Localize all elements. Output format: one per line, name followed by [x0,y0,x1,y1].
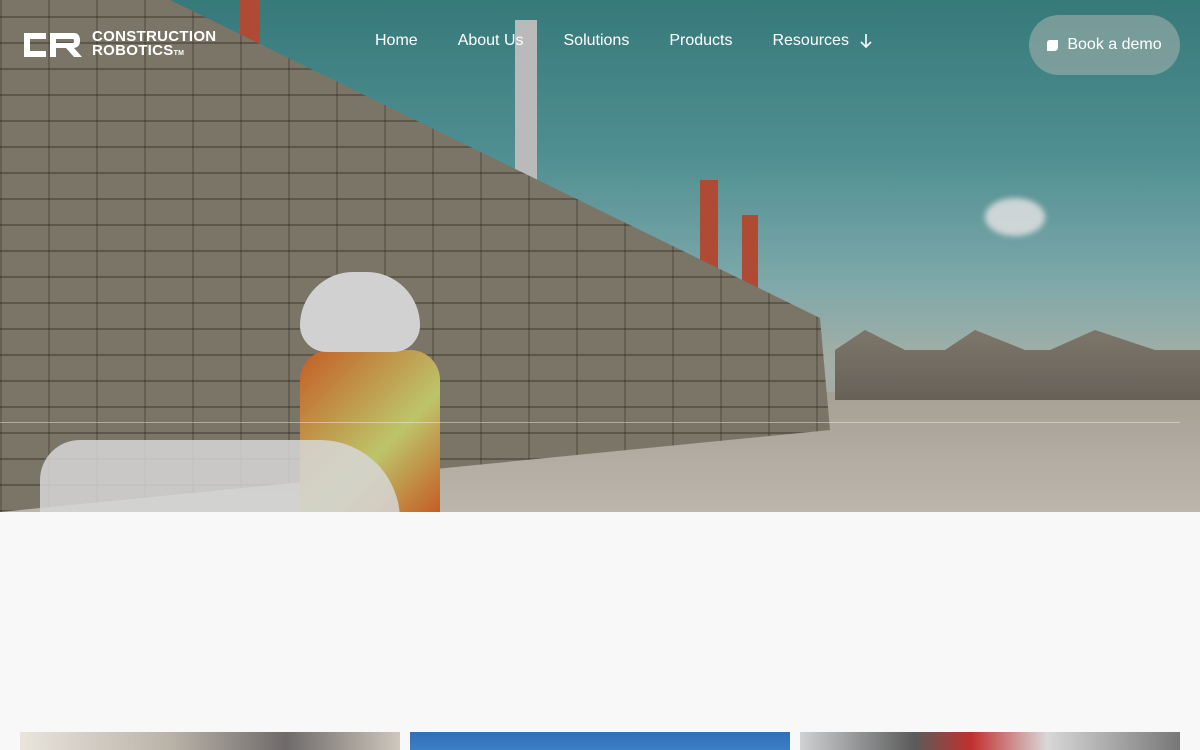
nav-about-us[interactable]: About Us [458,32,524,50]
arrow-down-icon [860,34,872,49]
nav-solutions[interactable]: Solutions [564,32,630,50]
hero-divider [0,422,1180,423]
logo-line-2: ROBOTICSTM [92,41,216,61]
logo-line-2-text: ROBOTICS [92,41,174,59]
main-nav: Home About Us Solutions Products Resourc… [375,32,873,50]
nav-resources[interactable]: Resources [772,32,872,50]
feature-card-3[interactable] [800,732,1180,750]
feature-card-2[interactable] [410,732,790,750]
nav-products[interactable]: Products [669,32,732,50]
site-header: CONSTRUCTION ROBOTICSTM Home About Us So… [0,0,1200,90]
trademark-mark: TM [173,49,185,57]
logo-text: CONSTRUCTION ROBOTICSTM [92,29,216,61]
book-demo-label: Book a demo [1067,36,1162,53]
brand-logo[interactable]: CONSTRUCTION ROBOTICSTM [20,29,216,61]
feature-cards [20,732,1180,750]
nav-home[interactable]: Home [375,32,418,50]
nav-resources-label: Resources [772,32,849,49]
book-demo-button[interactable]: Book a demo [1029,15,1180,75]
logo-mark-icon [24,33,82,57]
feature-card-1[interactable] [20,732,400,750]
chat-bubble-icon [1047,39,1059,51]
